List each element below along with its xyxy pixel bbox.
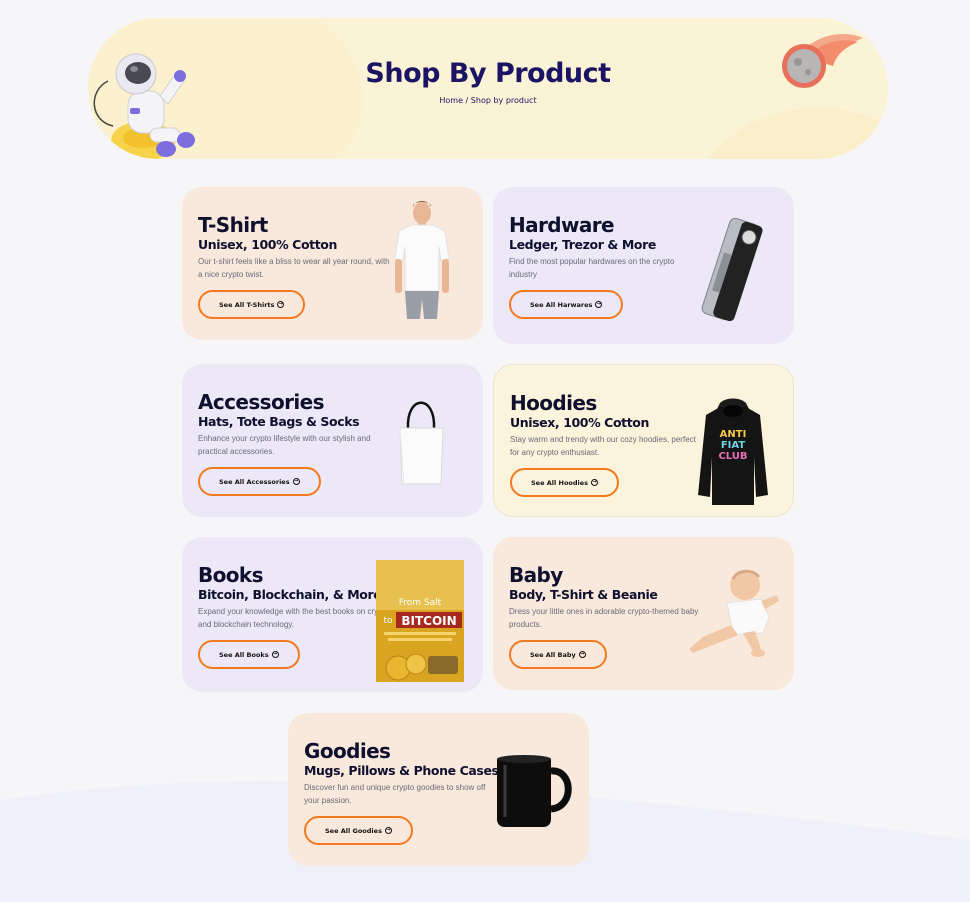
card-description: Find the most popular hardwares on the c… [509,257,675,279]
hoodie-print-line2: FIAT [721,440,746,451]
category-card-hoodies: Hoodies Unisex, 100% Cotton Stay warm an… [493,364,794,517]
tshirt-model-image [394,201,450,319]
card-title: Goodies [304,739,391,763]
see-all-hardwares-button[interactable]: See All Harwares → [509,290,624,319]
arrow-circle-right-icon: → [591,479,599,486]
book-title-line3: BITCOIN [401,614,456,628]
arrow-circle-right-icon: → [578,651,586,658]
card-description: Dress your little ones in adorable crypt… [509,607,699,629]
book-title-line1: From Salt [399,598,442,608]
hoodie-image: ANTI FIAT CLUB [698,398,768,505]
see-all-baby-button[interactable]: See All Baby → [509,640,607,669]
tote-bag-image [399,401,444,485]
category-card-tshirt: T-Shirt Unisex, 100% Cotton Our t-shirt … [182,187,483,340]
card-subtitle: Ledger, Trezor & More [509,237,656,252]
arrow-circle-right-icon: → [595,301,603,308]
arrow-circle-right-icon: → [277,301,285,308]
hoodie-print-line1: ANTI [720,429,747,440]
card-description: Our t-shirt feels like a bliss to wear a… [198,257,390,279]
card-title: Baby [509,563,563,587]
card-subtitle: Body, T-Shirt & Beanie [509,587,658,602]
category-card-goodies: Goodies Mugs, Pillows & Phone Cases Disc… [288,713,589,866]
book-title-line2: to [383,616,393,626]
meteor-icon [782,33,863,88]
card-subtitle: Bitcoin, Blockchain, & More [198,587,382,602]
card-subtitle: Mugs, Pillows & Phone Cases [304,763,499,778]
card-subtitle: Unisex, 100% Cotton [510,415,649,430]
see-all-accessories-button[interactable]: See All Accessories → [198,467,321,496]
card-description: Stay warm and trendy with our cozy hoodi… [510,435,696,457]
arrow-circle-right-icon: → [384,827,392,834]
arrow-circle-right-icon: → [292,478,300,485]
card-subtitle: Unisex, 100% Cotton [198,237,337,252]
card-title: T-Shirt [198,213,268,237]
mug-image [497,755,572,827]
arrow-circle-right-icon: → [271,651,279,658]
card-title: Books [198,563,264,587]
see-all-tshirts-button[interactable]: See All T-Shirts → [198,290,306,319]
card-description: Expand your knowledge with the best book… [198,607,390,629]
breadcrumb-home-link[interactable]: Home [439,96,463,105]
book-cover-image: From Salt to BITCOIN [376,560,464,682]
category-card-baby: Baby Body, T-Shirt & Beanie Dress your l… [493,537,794,690]
card-description: Enhance your crypto lifestyle with our s… [198,434,371,456]
card-subtitle: Hats, Tote Bags & Socks [198,414,360,429]
card-title: Hoodies [510,391,597,415]
see-all-hoodies-button[interactable]: See All Hoodies → [510,468,620,497]
baby-image [689,569,779,657]
card-title: Hardware [509,213,615,237]
category-card-accessories: Accessories Hats, Tote Bags & Socks Enha… [182,364,483,517]
see-all-books-button[interactable]: See All Books → [198,640,300,669]
breadcrumb-current: Shop by product [470,96,537,105]
page-header-banner: Shop By Product Home / Shop by product [88,18,888,159]
see-all-goodies-button[interactable]: See All Goodies → [304,816,413,845]
category-card-hardware: Hardware Ledger, Trezor & More Find the … [493,187,794,344]
hoodie-print-line3: CLUB [718,451,747,462]
card-description: Discover fun and unique crypto goodies t… [304,783,486,805]
card-title: Accessories [198,390,324,414]
ledger-device-image [701,217,763,322]
breadcrumb: Home / Shop by product [439,96,537,105]
page-title: Shop By Product [365,58,611,89]
category-card-books: Books Bitcoin, Blockchain, & More Expand… [182,537,483,692]
